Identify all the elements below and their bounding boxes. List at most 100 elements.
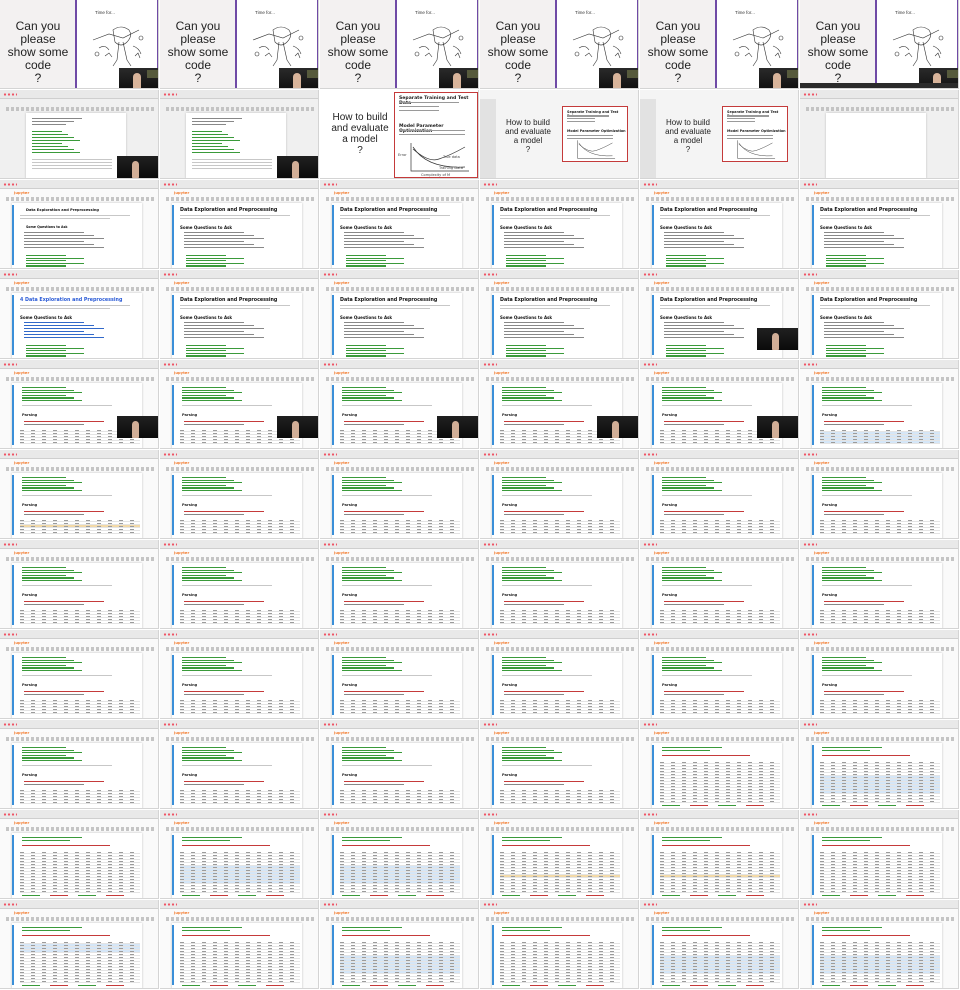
notebook-toolbar[interactable] bbox=[646, 467, 794, 471]
thumbnail-nb-md[interactable]: jupyter Data Exploration and Preprocessin… bbox=[640, 180, 799, 269]
notebook-toolbar[interactable] bbox=[166, 377, 314, 381]
window-controls[interactable] bbox=[3, 273, 17, 276]
window-controls[interactable] bbox=[803, 453, 817, 456]
window-controls[interactable] bbox=[3, 543, 17, 546]
table-row[interactable] bbox=[20, 890, 140, 893]
thumbnail-nb-parse-o[interactable]: jupyter Parsing bbox=[0, 450, 159, 539]
window-controls[interactable] bbox=[483, 723, 497, 726]
notebook-toolbar[interactable] bbox=[486, 467, 634, 471]
thumbnail-nb-parse[interactable]: jupyter Parsing bbox=[320, 630, 479, 719]
table-row[interactable] bbox=[180, 890, 300, 893]
notebook-toolbar[interactable] bbox=[6, 197, 154, 201]
notebook-toolbar[interactable] bbox=[166, 827, 314, 831]
notebook-toolbar[interactable] bbox=[166, 647, 314, 651]
window-controls[interactable] bbox=[163, 903, 177, 906]
table-row[interactable] bbox=[180, 621, 300, 624]
notebook-toolbar[interactable] bbox=[166, 917, 314, 921]
notebook-toolbar[interactable] bbox=[166, 197, 314, 201]
thumbnail-nb-table-o[interactable]: jupyter bbox=[640, 810, 799, 899]
notebook-toolbar[interactable] bbox=[166, 737, 314, 741]
table-row[interactable] bbox=[180, 980, 300, 983]
notebook-toolbar[interactable] bbox=[6, 737, 154, 741]
thumbnail-nb-table[interactable]: jupyter bbox=[480, 900, 639, 989]
thumbnail-nb-table[interactable]: jupyter bbox=[160, 900, 319, 989]
table-row[interactable] bbox=[340, 621, 460, 624]
window-controls[interactable] bbox=[643, 363, 657, 366]
thumbnail-nb-parse[interactable]: jupyter Parsing bbox=[640, 450, 799, 539]
window-controls[interactable] bbox=[643, 183, 657, 186]
thumbnail-nb-parse[interactable]: jupyter Parsing bbox=[640, 630, 799, 719]
notebook-toolbar[interactable] bbox=[6, 467, 154, 471]
window-controls[interactable] bbox=[323, 903, 337, 906]
notebook-toolbar[interactable] bbox=[6, 557, 154, 561]
window-controls[interactable] bbox=[323, 453, 337, 456]
table-row[interactable] bbox=[500, 621, 620, 624]
thumbnail-nb-parse[interactable]: jupyter Parsing bbox=[320, 720, 479, 809]
thumbnail-nb-parse[interactable]: jupyter Parsing bbox=[160, 630, 319, 719]
notebook-toolbar[interactable] bbox=[486, 917, 634, 921]
notebook-toolbar[interactable] bbox=[486, 287, 634, 291]
table-row[interactable] bbox=[500, 711, 620, 714]
thumbnail-eval-screen[interactable]: How to build and evaluate a model ? Separ… bbox=[640, 90, 799, 179]
window-controls[interactable] bbox=[3, 633, 17, 636]
table-row[interactable] bbox=[180, 531, 300, 534]
window-controls[interactable] bbox=[803, 633, 817, 636]
thumbnail-nb-md[interactable]: jupyter Data Exploration and Preprocessin… bbox=[800, 270, 959, 359]
thumbnail-nb-parse[interactable]: jupyter Parsing bbox=[640, 540, 799, 629]
thumbnail-nb-parse[interactable]: jupyter Parsing bbox=[480, 720, 639, 809]
table-row[interactable] bbox=[500, 980, 620, 983]
table-row[interactable] bbox=[20, 801, 140, 804]
notebook-toolbar[interactable] bbox=[326, 737, 474, 741]
table-row[interactable] bbox=[660, 531, 780, 534]
window-controls[interactable] bbox=[803, 723, 817, 726]
notebook-toolbar[interactable] bbox=[326, 827, 474, 831]
thumbnail-nb-parse[interactable]: jupyter Parsing bbox=[160, 720, 319, 809]
thumbnail-eval-screen[interactable]: How to build and evaluate a model ? Separ… bbox=[480, 90, 639, 179]
thumbnail-nb-md-cam[interactable]: jupyter Data Exploration and Preprocessin… bbox=[640, 270, 799, 359]
table-row[interactable] bbox=[340, 890, 460, 893]
notebook-toolbar[interactable] bbox=[166, 287, 314, 291]
window-controls[interactable] bbox=[643, 633, 657, 636]
table-row[interactable] bbox=[340, 711, 460, 714]
window-controls[interactable] bbox=[803, 273, 817, 276]
thumbnail-nb-parse-hl[interactable]: jupyter Parsing bbox=[800, 360, 959, 449]
thumbnail-nb-md[interactable]: jupyter Data Exploration and Preprocessin… bbox=[160, 270, 319, 359]
window-controls[interactable] bbox=[3, 453, 17, 456]
thumbnail-nb-md[interactable]: jupyter Data Exploration and Preprocessin… bbox=[160, 180, 319, 269]
notebook-toolbar[interactable] bbox=[486, 377, 634, 381]
thumbnail-nb-md[interactable]: jupyter Data Exploration and Preprocessin… bbox=[800, 180, 959, 269]
window-controls[interactable] bbox=[643, 543, 657, 546]
window-controls[interactable] bbox=[163, 633, 177, 636]
thumbnail-nb-parse-cam[interactable]: jupyter Parsing bbox=[160, 360, 319, 449]
table-row[interactable] bbox=[340, 531, 460, 534]
window-controls[interactable] bbox=[3, 93, 17, 96]
window-controls[interactable] bbox=[323, 183, 337, 186]
table-row[interactable] bbox=[820, 800, 940, 803]
thumbnail-eval[interactable]: How to build and evaluate a model ? Separ… bbox=[320, 90, 479, 179]
window-controls[interactable] bbox=[483, 273, 497, 276]
window-controls[interactable] bbox=[3, 903, 17, 906]
window-controls[interactable] bbox=[643, 813, 657, 816]
notebook-toolbar[interactable] bbox=[806, 557, 954, 561]
notebook-toolbar[interactable] bbox=[326, 557, 474, 561]
thumbnail-nb-parse-cam[interactable]: jupyter Parsing bbox=[640, 360, 799, 449]
notebook-toolbar[interactable] bbox=[806, 197, 954, 201]
window-controls[interactable] bbox=[323, 813, 337, 816]
thumbnail-nb-parse[interactable]: jupyter Parsing bbox=[160, 540, 319, 629]
window-controls[interactable] bbox=[3, 723, 17, 726]
window-controls[interactable] bbox=[163, 723, 177, 726]
notebook-toolbar[interactable] bbox=[326, 467, 474, 471]
notebook-toolbar[interactable] bbox=[486, 557, 634, 561]
notebook-toolbar[interactable] bbox=[806, 827, 954, 831]
notebook-toolbar[interactable] bbox=[806, 467, 954, 471]
window-controls[interactable] bbox=[323, 633, 337, 636]
table-row[interactable] bbox=[660, 980, 780, 983]
thumbnail-nb-table-hl[interactable]: jupyter bbox=[800, 720, 959, 809]
thumbnail-nb-md[interactable]: jupyter Data Exploration and Preprocessin… bbox=[480, 270, 639, 359]
thumbnail-code[interactable]: Can you please show some code ? Time for.… bbox=[480, 0, 639, 89]
window-controls[interactable] bbox=[803, 813, 817, 816]
thumbnail-nb-table-hl[interactable]: jupyter bbox=[800, 900, 959, 989]
notebook-toolbar[interactable] bbox=[486, 827, 634, 831]
table-row[interactable] bbox=[340, 980, 460, 983]
notebook-toolbar[interactable] bbox=[646, 647, 794, 651]
